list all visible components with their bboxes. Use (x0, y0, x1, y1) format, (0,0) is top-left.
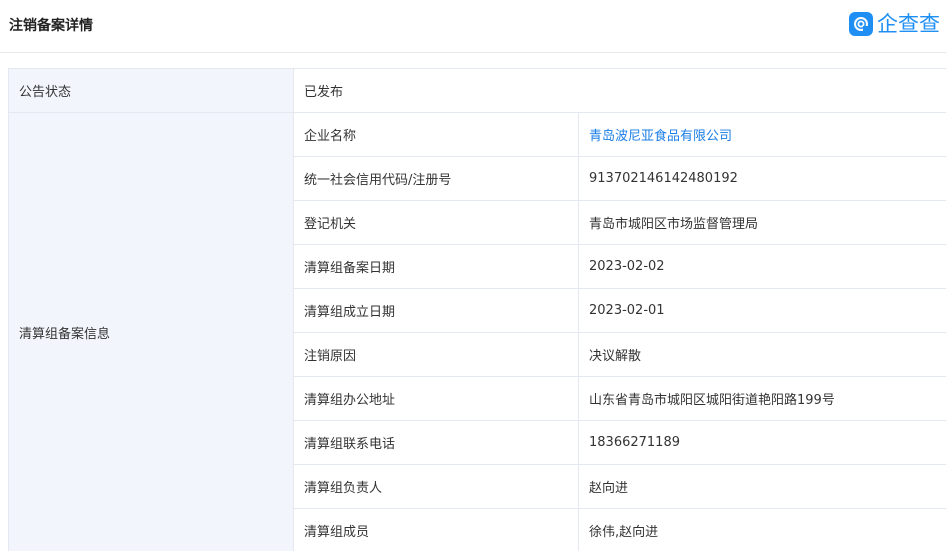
field-value: 2023-02-01 (577, 288, 946, 333)
field-label: 注销原因 (293, 332, 579, 377)
status-value: 已发布 (292, 68, 946, 113)
field-label: 清算组成员 (293, 508, 579, 551)
qcc-logo: 企查查 (849, 11, 940, 37)
field-label: 清算组办公地址 (293, 376, 579, 421)
qcc-logo-text: 企查查 (877, 12, 940, 36)
field-value: 913702146142480192 (577, 156, 946, 201)
field-label: 统一社会信用代码/注册号 (293, 156, 579, 201)
status-label: 公告状态 (8, 68, 294, 113)
field-value: 18366271189 (577, 420, 946, 465)
table-row: 清算组备案信息 企业名称 青岛波尼亚食品有限公司 (8, 112, 946, 551)
field-label: 企业名称 (293, 112, 579, 157)
field-label: 清算组成立日期 (293, 288, 579, 333)
group-label: 清算组备案信息 (8, 112, 294, 551)
field-value: 徐伟,赵向进 (577, 508, 946, 551)
status-row: 公告状态 已发布 (8, 68, 946, 113)
qcc-logo-icon (849, 12, 873, 36)
field-label: 清算组负责人 (293, 464, 579, 509)
field-label: 登记机关 (293, 200, 579, 245)
company-name-link[interactable]: 青岛波尼亚食品有限公司 (589, 129, 732, 144)
page-title: 注销备案详情 (9, 18, 93, 34)
field-label: 清算组备案日期 (293, 244, 579, 289)
field-label: 清算组联系电话 (293, 420, 579, 465)
field-value: 青岛市城阳区市场监督管理局 (577, 200, 946, 245)
field-value: 青岛波尼亚食品有限公司 (577, 112, 946, 157)
field-value: 山东省青岛市城阳区城阳街道艳阳路199号 (577, 376, 946, 421)
detail-table: 公告状态 已发布 清算组备案信息 企业名称 青岛波尼亚食品有限公司 统一社会信用代码/… (8, 68, 946, 551)
field-value: 2023-02-02 (577, 244, 946, 289)
page-header: 注销备案详情 企查查 (0, 0, 946, 53)
field-value: 决议解散 (577, 332, 946, 377)
field-value: 赵向进 (577, 464, 946, 509)
